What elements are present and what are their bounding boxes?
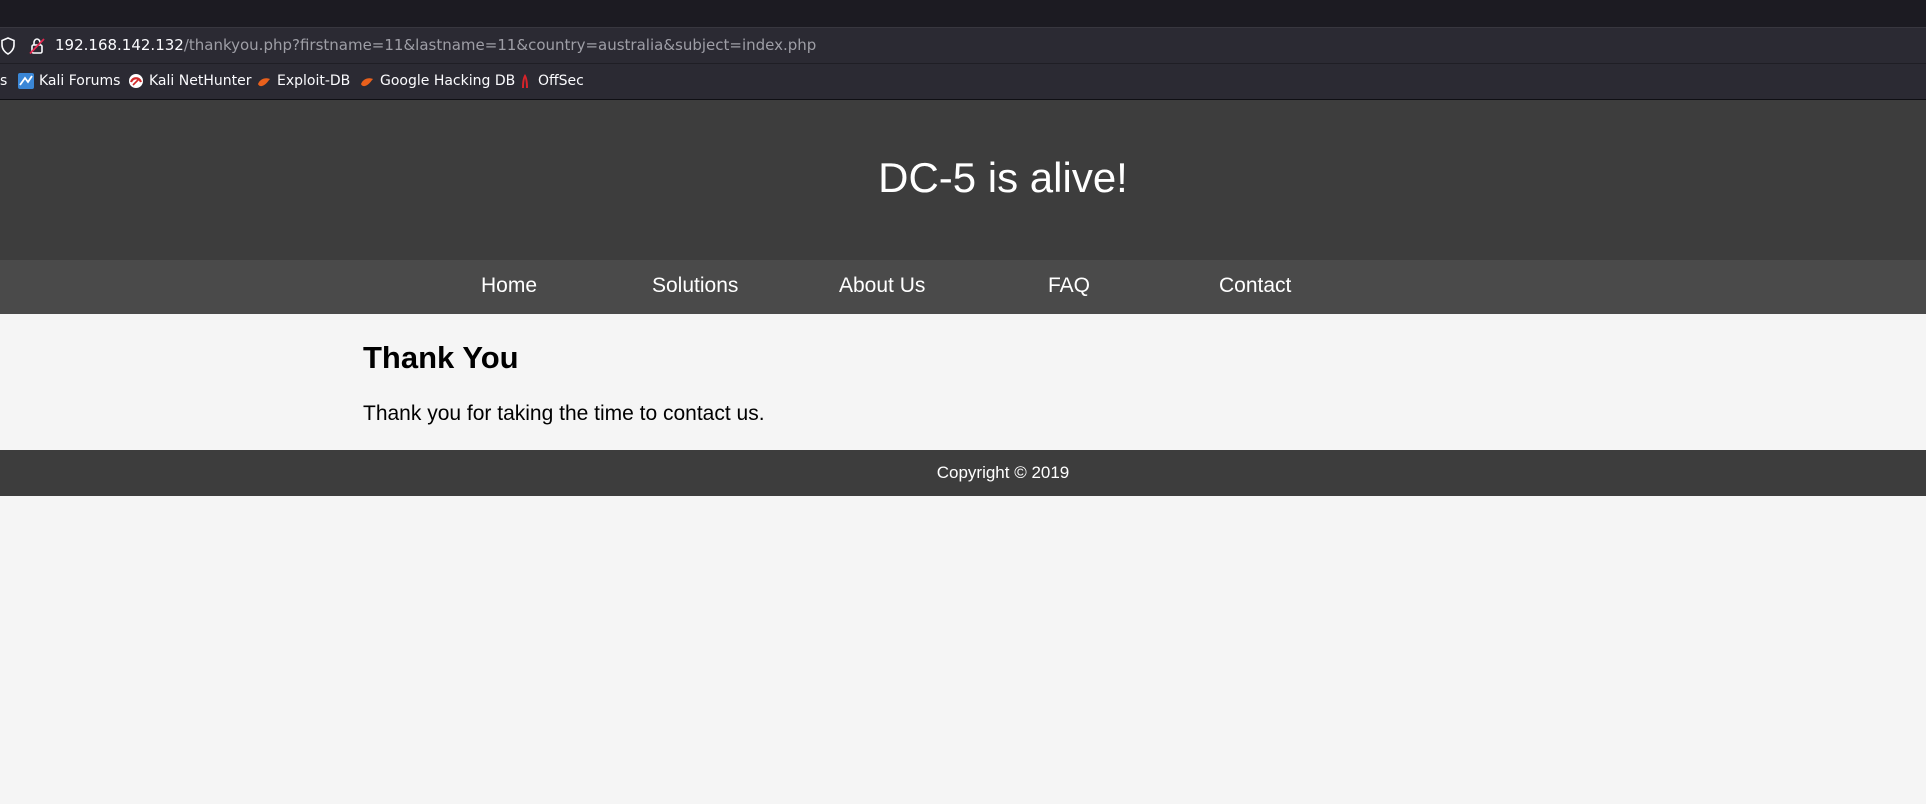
nav-solutions[interactable]: Solutions <box>652 274 738 298</box>
bookmark-label: Google Hacking DB <box>380 73 516 89</box>
kali-forums-icon <box>18 73 34 89</box>
site-title: DC-5 is alive! <box>878 154 1128 201</box>
site-nav: Home Solutions About Us FAQ Contact <box>0 260 1926 314</box>
insecure-lock-icon[interactable] <box>29 37 45 55</box>
nav-home[interactable]: Home <box>481 274 537 298</box>
bookmark-kali-nethunter[interactable]: Kali NetHunter <box>128 73 251 89</box>
url-path: /thankyou.php?firstname=11&lastname=11&c… <box>183 36 817 54</box>
page-heading: Thank You <box>363 340 519 375</box>
bookmark-google-hacking-db[interactable]: Google Hacking DB <box>359 73 515 89</box>
bookmark-offsec[interactable]: OffSec <box>517 73 584 89</box>
main-content: Thank You Thank you for taking the time … <box>0 314 1926 450</box>
google-hacking-db-icon <box>361 78 373 87</box>
url-text[interactable]: 192.168.142.132/thankyou.php?firstname=1… <box>55 36 816 54</box>
bookmark-label: Kali Forums <box>39 73 121 89</box>
kali-nethunter-icon <box>129 74 143 88</box>
site-header: DC-5 is alive! <box>0 100 1926 260</box>
tracking-protection-shield-icon[interactable] <box>0 37 16 55</box>
nav-contact[interactable]: Contact <box>1219 274 1291 298</box>
url-bar[interactable]: 192.168.142.132/thankyou.php?firstname=1… <box>0 28 1926 64</box>
thank-you-message: Thank you for taking the time to contact… <box>363 402 765 425</box>
offsec-icon <box>522 74 528 88</box>
url-host: 192.168.142.132 <box>55 36 184 54</box>
bookmark-item[interactable]: s <box>0 73 7 89</box>
bookmarks-toolbar: s Kali Forums Kali NetHunter Exploit-DB … <box>0 64 1926 100</box>
copyright-text: Copyright © 2019 <box>936 463 1070 482</box>
bookmark-label: Exploit-DB <box>277 73 351 89</box>
site-footer: Copyright © 2019 <box>0 450 1926 496</box>
bookmark-label: OffSec <box>538 73 584 89</box>
bookmark-label: s <box>0 73 8 89</box>
bookmark-label: Kali NetHunter <box>149 73 252 89</box>
bookmark-exploit-db[interactable]: Exploit-DB <box>256 73 350 89</box>
browser-tab-strip <box>0 0 1926 28</box>
bookmark-kali-forums[interactable]: Kali Forums <box>18 73 120 89</box>
nav-faq[interactable]: FAQ <box>1048 274 1090 298</box>
exploit-db-icon <box>258 78 270 87</box>
nav-about-us[interactable]: About Us <box>839 274 925 298</box>
